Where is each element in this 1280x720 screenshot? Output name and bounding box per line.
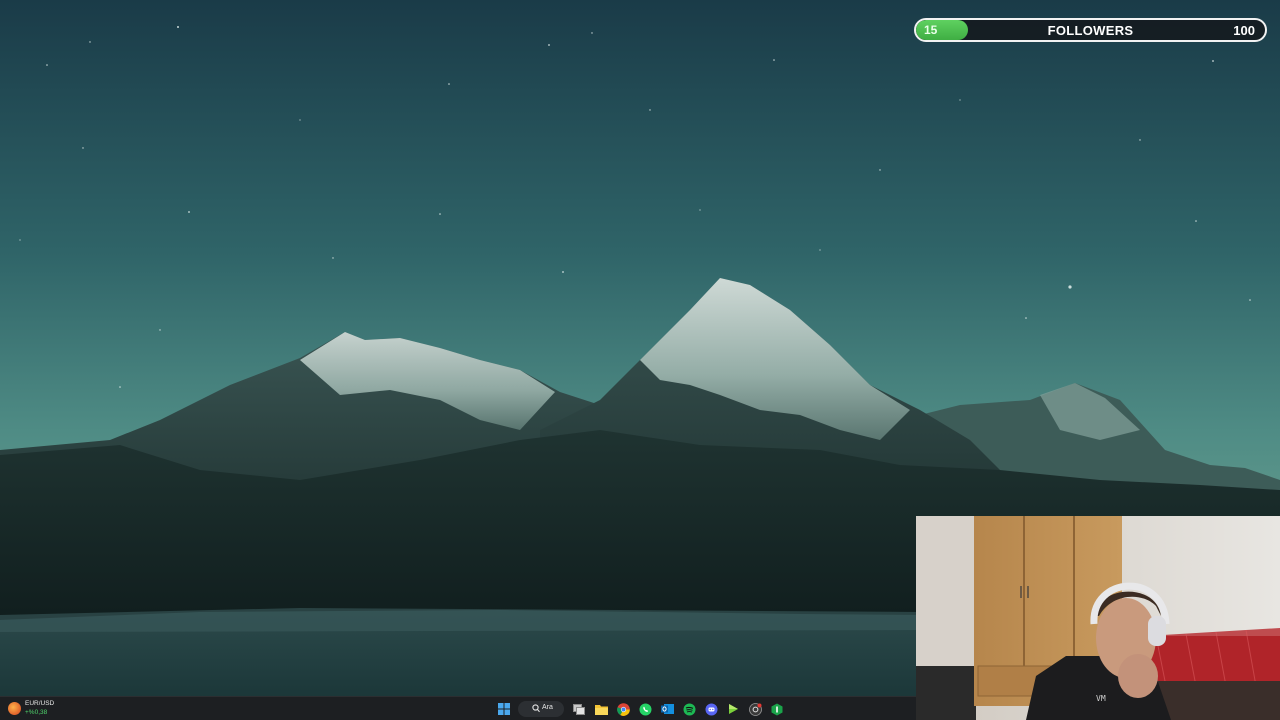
taskbar-search[interactable]: Ara xyxy=(518,701,564,717)
currency-pair: EUR/USD xyxy=(25,700,55,707)
media-player-icon[interactable] xyxy=(726,702,740,716)
follower-goal-title: FOLLOWERS xyxy=(1047,23,1134,38)
webcam-overlay: VM xyxy=(916,516,1280,720)
currency-widget[interactable]: EUR/USD +%0,38 xyxy=(8,700,68,718)
windows-taskbar: EUR/USD +%0,38 Ara xyxy=(0,696,916,720)
currency-change: +%0,38 xyxy=(25,709,48,716)
currency-icon xyxy=(8,702,21,715)
follower-goal-bar: 15 FOLLOWERS 100 xyxy=(914,18,1267,42)
follower-goal-target: 100 xyxy=(1233,23,1255,38)
chrome-icon[interactable] xyxy=(616,702,630,716)
whatsapp-icon[interactable] xyxy=(638,702,652,716)
search-icon xyxy=(532,704,540,713)
discord-icon[interactable] xyxy=(704,702,718,716)
task-view-icon[interactable] xyxy=(572,702,586,716)
spotify-icon[interactable] xyxy=(682,702,696,716)
chrome-alt-icon[interactable] xyxy=(748,702,762,716)
webcam-feed: VM xyxy=(916,516,1280,720)
windows-start-icon[interactable] xyxy=(497,702,511,716)
file-explorer-icon[interactable] xyxy=(594,702,608,716)
app-icon[interactable] xyxy=(770,702,784,716)
outlook-icon[interactable] xyxy=(660,702,674,716)
svg-text:VM: VM xyxy=(1096,694,1106,703)
search-label: Ara xyxy=(542,704,553,711)
